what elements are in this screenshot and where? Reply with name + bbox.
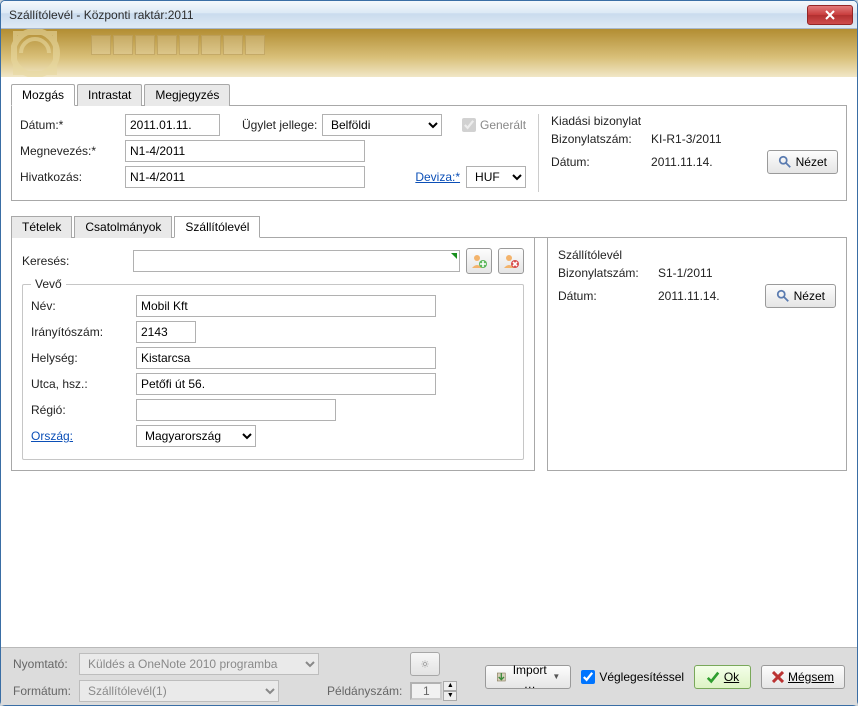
- generalt-label: Generált: [480, 118, 526, 132]
- gear-icon: [421, 657, 429, 671]
- app-window: Szállítólevél - Központi raktár:2011 Moz…: [0, 0, 858, 706]
- import-button[interactable]: Import … ▼: [485, 665, 571, 689]
- megnevezes-label: Megnevezés:*: [20, 144, 125, 158]
- sub-tabs: Tételek Csatolmányok Szállítólevél: [11, 215, 847, 238]
- irsz-label: Irányítószám:: [31, 325, 136, 339]
- subtab-tetelek[interactable]: Tételek: [11, 216, 72, 238]
- cancel-icon: [772, 671, 784, 683]
- helyseg-input[interactable]: [136, 347, 436, 369]
- kereses-input[interactable]: [133, 250, 460, 272]
- helyseg-label: Helység:: [31, 351, 136, 365]
- banner: [1, 29, 857, 77]
- vevo-legend: Vevő: [31, 277, 66, 291]
- mozgas-panel: Dátum:* Ügylet jellege: Belföldi Generál…: [11, 106, 847, 201]
- main-tabs: Mozgás Intrastat Megjegyzés: [11, 83, 847, 106]
- subtab-szallitolevel[interactable]: Szállítólevél: [174, 216, 260, 238]
- hivatkozas-input[interactable]: [125, 166, 365, 188]
- peldany-spinner: ▲▼: [410, 681, 457, 701]
- peldany-input: [410, 682, 442, 700]
- kiadasi-szam: KI-R1-3/2011: [651, 132, 721, 146]
- nyomtato-label: Nyomtató:: [13, 657, 71, 671]
- vegleg-wrap[interactable]: Véglegesítéssel: [581, 670, 684, 684]
- szallitolevel-panel: Keresés: Vevő Név: Irányítószám: H: [11, 238, 535, 471]
- regio-label: Régió:: [31, 403, 136, 417]
- ugylet-label: Ügylet jellege:: [242, 118, 322, 132]
- close-button[interactable]: [807, 5, 853, 25]
- szallito-title: Szállítólevél: [558, 248, 836, 262]
- ok-label: Ok: [724, 670, 739, 684]
- kiadasi-datum: 2011.11.14.: [651, 155, 767, 169]
- nev-label: Név:: [31, 299, 136, 313]
- szallito-szam: S1-1/2011: [658, 266, 713, 280]
- content-area: Mozgás Intrastat Megjegyzés Dátum:* Ügyl…: [1, 77, 857, 607]
- kiadasi-nezet-label: Nézet: [796, 155, 827, 169]
- person-add-icon: [471, 253, 487, 269]
- tab-mozgas[interactable]: Mozgás: [11, 84, 75, 106]
- formatum-select: Szállítólevél(1): [79, 680, 279, 702]
- window-title: Szállítólevél - Központi raktár:2011: [1, 8, 194, 22]
- tab-megjegyzes[interactable]: Megjegyzés: [144, 84, 230, 106]
- vevo-fieldset: Vevő Név: Irányítószám: Helység: Utca, h…: [22, 284, 524, 460]
- search-icon: [776, 289, 790, 303]
- formatum-label: Formátum:: [13, 684, 71, 698]
- kiadasi-title: Kiadási bizonylat: [551, 114, 838, 128]
- irsz-input[interactable]: [136, 321, 196, 343]
- szallitolevel-info-panel: Szállítólevél Bizonylatszám: S1-1/2011 D…: [547, 238, 847, 471]
- cancel-button[interactable]: Mégsem: [761, 665, 845, 689]
- orszag-link[interactable]: Ország:: [31, 429, 136, 443]
- generalt-checkbox: [462, 118, 476, 132]
- bottom-bar: Nyomtató: Küldés a OneNote 2010 programb…: [1, 647, 857, 705]
- regio-input[interactable]: [136, 399, 336, 421]
- nyomtato-select: Küldés a OneNote 2010 programba: [79, 653, 319, 675]
- printer-settings-button: [410, 652, 440, 676]
- szallito-szam-label: Bizonylatszám:: [558, 266, 658, 280]
- peldany-label: Példányszám:: [327, 684, 402, 698]
- kiadasi-szam-label: Bizonylatszám:: [551, 132, 651, 146]
- titlebar: Szállítólevél - Központi raktár:2011: [1, 1, 857, 29]
- remove-partner-button[interactable]: [498, 248, 524, 274]
- subtab-csatolmanyok[interactable]: Csatolmányok: [74, 216, 172, 238]
- utca-input[interactable]: [136, 373, 436, 395]
- deviza-link[interactable]: Deviza:*: [415, 170, 460, 184]
- deviza-select[interactable]: HUF: [466, 166, 526, 188]
- datum-input[interactable]: [125, 114, 220, 136]
- megnevezes-input[interactable]: [125, 140, 365, 162]
- hivatkozas-label: Hivatkozás:: [20, 170, 125, 184]
- orszag-select[interactable]: Magyarország: [136, 425, 256, 447]
- close-icon: [825, 10, 835, 20]
- spin-up: ▲: [443, 681, 457, 691]
- search-icon: [778, 155, 792, 169]
- spin-down: ▼: [443, 691, 457, 701]
- szallito-datum: 2011.11.14.: [658, 289, 765, 303]
- check-icon: [706, 670, 720, 684]
- vegleg-label: Véglegesítéssel: [599, 670, 684, 684]
- kereses-label: Keresés:: [22, 254, 127, 268]
- tab-intrastat[interactable]: Intrastat: [77, 84, 142, 106]
- szallito-nezet-label: Nézet: [794, 289, 825, 303]
- chevron-down-icon: ▼: [552, 672, 560, 681]
- add-partner-button[interactable]: [466, 248, 492, 274]
- import-icon: [496, 670, 507, 684]
- datum-label: Dátum:*: [20, 118, 125, 132]
- cancel-label: Mégsem: [788, 670, 834, 684]
- vegleg-checkbox[interactable]: [581, 670, 595, 684]
- kiadasi-datum-label: Dátum:: [551, 155, 651, 169]
- szallito-datum-label: Dátum:: [558, 289, 658, 303]
- szallito-nezet-button[interactable]: Nézet: [765, 284, 836, 308]
- kiadasi-nezet-button[interactable]: Nézet: [767, 150, 838, 174]
- utca-label: Utca, hsz.:: [31, 377, 136, 391]
- nev-input[interactable]: [136, 295, 436, 317]
- import-label: Import …: [511, 663, 548, 691]
- ok-button[interactable]: Ok: [694, 665, 751, 689]
- person-remove-icon: [503, 253, 519, 269]
- ugylet-select[interactable]: Belföldi: [322, 114, 442, 136]
